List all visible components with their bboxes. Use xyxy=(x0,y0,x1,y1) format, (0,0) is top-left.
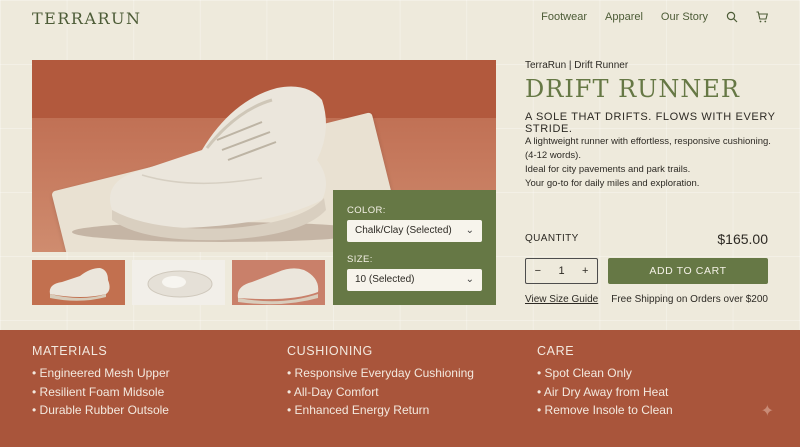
description-line: A lightweight runner with effortless, re… xyxy=(525,136,771,147)
size-select-value: 10 (Selected) xyxy=(355,274,415,285)
quantity-label: QUANTITY xyxy=(525,233,579,244)
feature-heading: CUSHIONING xyxy=(287,344,373,358)
sparkle-icon: ✦ xyxy=(760,403,774,420)
feature-item: Spot Clean Only xyxy=(537,364,673,383)
feature-column-cushioning: CUSHIONING Responsive Everyday Cushionin… xyxy=(287,344,474,420)
increment-button[interactable]: + xyxy=(573,265,597,277)
description-line: Ideal for city pavements and park trails… xyxy=(525,164,691,175)
feature-item: Enhanced Energy Return xyxy=(287,401,474,420)
feature-item: Air Dry Away from Heat xyxy=(537,383,673,402)
description-line: Your go-to for daily miles and explorati… xyxy=(525,178,700,189)
nav-our-story[interactable]: Our Story xyxy=(661,11,708,23)
main-nav: Footwear Apparel Our Story xyxy=(541,11,769,23)
color-select[interactable]: Chalk/Clay (Selected) ⌄ xyxy=(347,220,482,242)
size-label: SIZE: xyxy=(347,254,373,265)
features-band: MATERIALS Engineered Mesh Upper Resilien… xyxy=(0,330,800,447)
breadcrumb: TerraRun | Drift Runner xyxy=(525,60,629,71)
brand-logo[interactable]: TERRARUN xyxy=(32,9,142,28)
quantity-stepper: − 1 + xyxy=(525,258,598,284)
nav-apparel[interactable]: Apparel xyxy=(605,11,643,23)
feature-heading: MATERIALS xyxy=(32,344,108,358)
description-line: (4-12 words). xyxy=(525,150,581,161)
chevron-down-icon: ⌄ xyxy=(465,274,474,285)
feature-item: Remove Insole to Clean xyxy=(537,401,673,420)
add-to-cart-button[interactable]: ADD TO CART xyxy=(608,258,768,284)
size-guide-link[interactable]: View Size Guide xyxy=(525,294,598,305)
feature-column-care: CARE Spot Clean Only Air Dry Away from H… xyxy=(537,344,673,420)
thumbnail-2[interactable] xyxy=(132,260,225,305)
feature-column-materials: MATERIALS Engineered Mesh Upper Resilien… xyxy=(32,344,170,420)
site-header: TERRARUN Footwear Apparel Our Story xyxy=(0,0,800,40)
product-title: DRIFT RUNNER xyxy=(525,75,740,103)
product-tagline: A SOLE THAT DRIFTS. FLOWS WITH EVERY STR… xyxy=(525,111,776,135)
decrement-button[interactable]: − xyxy=(526,265,550,277)
feature-item: Responsive Everyday Cushioning xyxy=(287,364,474,383)
feature-item: Resilient Foam Midsole xyxy=(32,383,170,402)
product-price: $165.00 xyxy=(717,231,768,247)
feature-heading: CARE xyxy=(537,344,575,358)
chevron-down-icon: ⌄ xyxy=(465,225,474,236)
color-select-value: Chalk/Clay (Selected) xyxy=(355,225,452,236)
color-label: COLOR: xyxy=(347,205,386,216)
search-icon[interactable] xyxy=(726,11,738,23)
feature-item: All-Day Comfort xyxy=(287,383,474,402)
feature-item: Engineered Mesh Upper xyxy=(32,364,170,383)
thumbnail-3[interactable] xyxy=(232,260,325,305)
product-description: A lightweight runner with effortless, re… xyxy=(525,135,775,191)
size-select[interactable]: 10 (Selected) ⌄ xyxy=(347,269,482,291)
shipping-note: Free Shipping on Orders over $200 xyxy=(611,294,768,305)
quantity-value[interactable]: 1 xyxy=(550,265,574,277)
nav-footwear[interactable]: Footwear xyxy=(541,11,587,23)
thumbnail-1[interactable] xyxy=(32,260,125,305)
product-options-panel: COLOR: Chalk/Clay (Selected) ⌄ SIZE: 10 … xyxy=(333,190,496,305)
feature-item: Durable Rubber Outsole xyxy=(32,401,170,420)
cart-icon[interactable] xyxy=(756,11,769,23)
